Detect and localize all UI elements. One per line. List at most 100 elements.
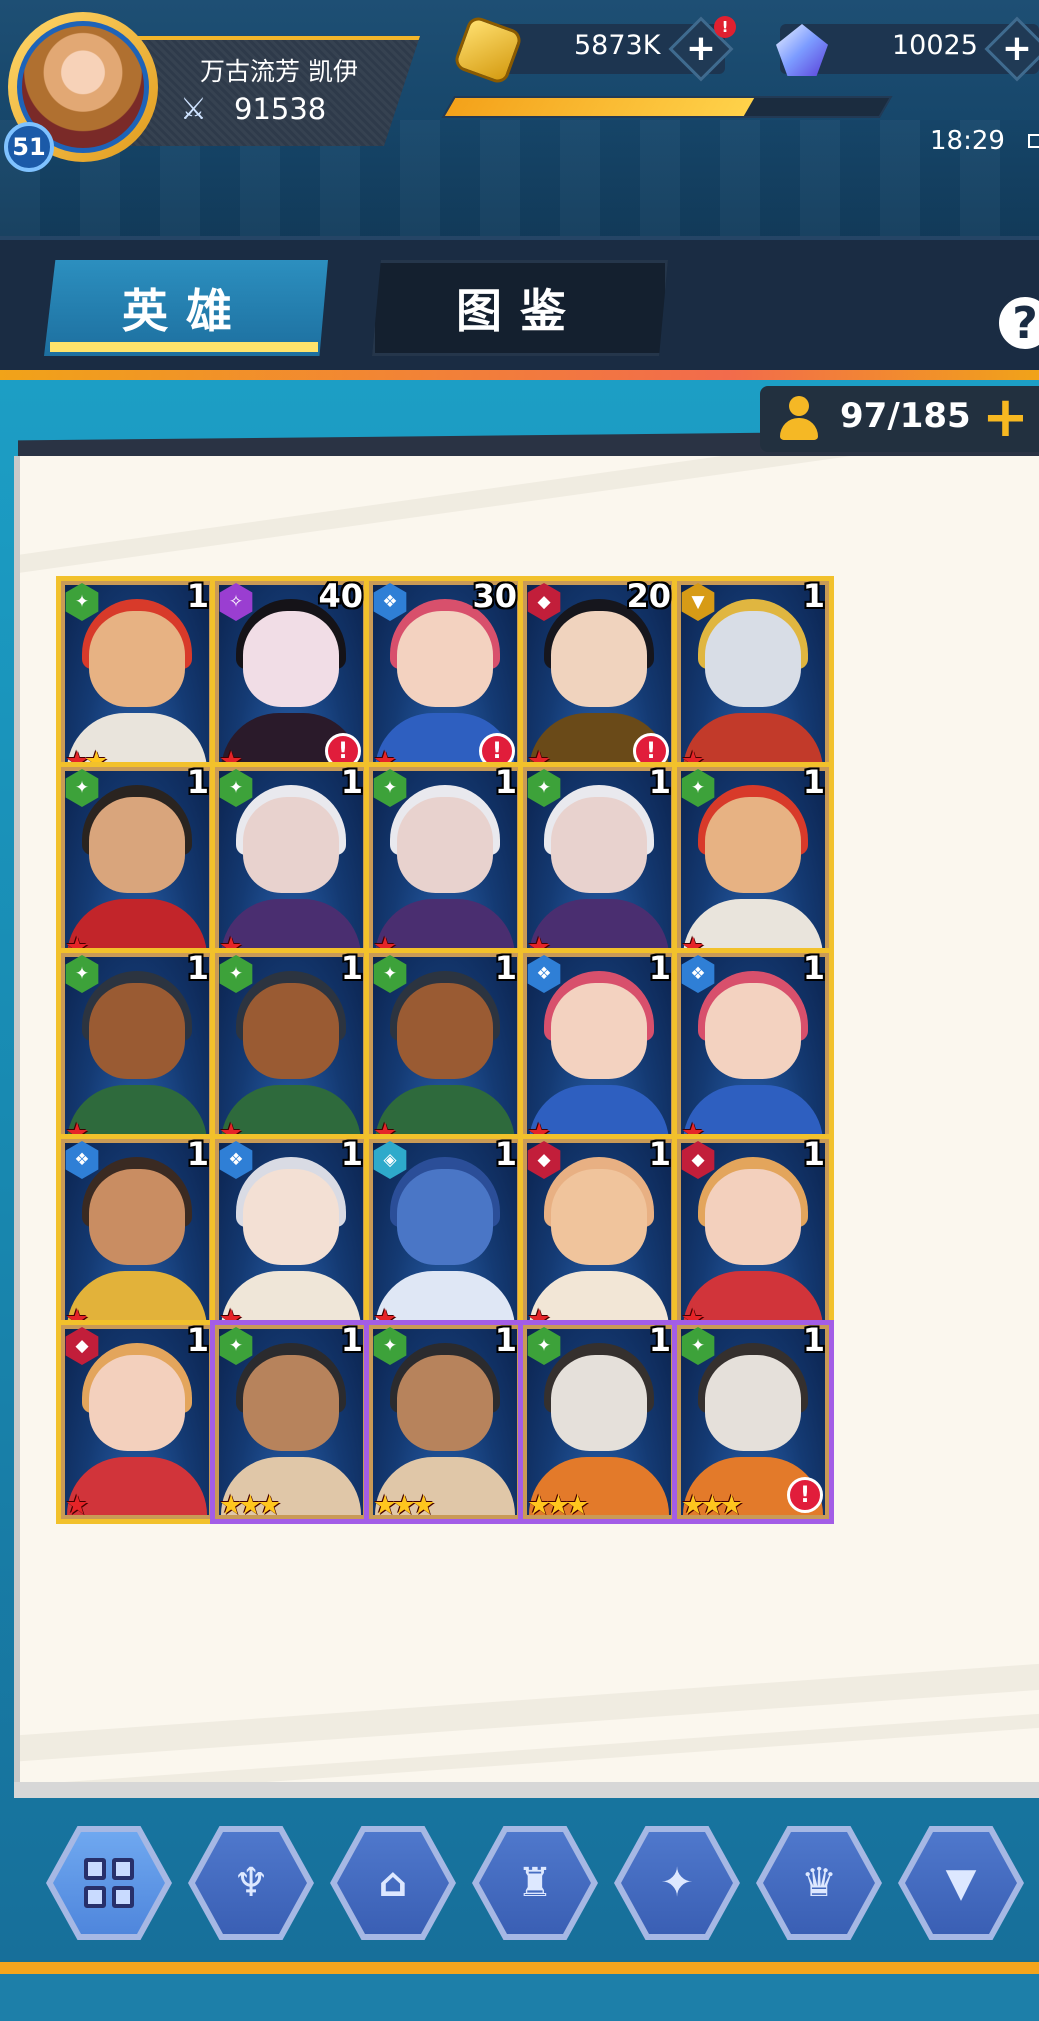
hero-face — [551, 611, 647, 707]
hero-card-spiky-hair-boy[interactable]: ✦ 1 ★★★ — [210, 1320, 372, 1524]
hero-card-blonde-girl[interactable]: ◆1★ — [672, 1134, 834, 1338]
hero-card-blue-beast[interactable]: ◈1★ — [364, 1134, 526, 1338]
hero-face — [243, 1169, 339, 1265]
gold-alert-badge: ! — [714, 16, 736, 38]
hero-card-wolf-warrior[interactable]: ✦ 1 ★★★! — [672, 1320, 834, 1524]
faction-gold-icon: ▼ — [905, 1832, 1017, 1934]
hero-level: 1 — [340, 1135, 363, 1173]
player-name: 万古流芳 凯伊 — [200, 57, 358, 86]
experience-bar — [441, 96, 893, 118]
hero-level: 1 — [802, 763, 825, 801]
hero-body — [67, 1457, 207, 1515]
hero-capacity-count: 97/185 — [840, 396, 971, 436]
hero-card-elf-pirate-girl[interactable]: ❖1★ — [210, 1134, 372, 1338]
hero-level: 1 — [802, 1321, 825, 1359]
hero-level: 1 — [340, 1321, 363, 1359]
hero-face — [551, 983, 647, 1079]
hero-card-black-hair-swordswoman[interactable]: ◆20★! — [518, 576, 680, 780]
plus-icon: + — [1001, 28, 1033, 69]
hero-level: 1 — [802, 1135, 825, 1173]
hero-card-golden-knight[interactable]: ▼1★ — [672, 576, 834, 780]
person-icon — [778, 396, 820, 442]
expand-capacity-button[interactable]: + — [982, 390, 1029, 446]
panel-decor-stripe — [20, 456, 1039, 578]
star-rating-icon: ★★★ — [219, 1490, 282, 1521]
hero-face — [397, 983, 493, 1079]
faction-purple-icon-glyph: ♜ — [517, 1860, 553, 1906]
hero-card-helmet-otter[interactable]: ✦1★ — [364, 948, 526, 1152]
hero-face — [551, 797, 647, 893]
hero-level: 1 — [186, 1321, 209, 1359]
hero-alert-icon: ! — [787, 1477, 823, 1513]
hero-face — [551, 1355, 647, 1451]
hero-face — [89, 1355, 185, 1451]
hero-card-red-hair-warrior[interactable]: ✦1★★ — [56, 576, 218, 780]
hero-level: 1 — [648, 949, 671, 987]
hero-level: 30 — [472, 577, 517, 615]
hero-face — [89, 611, 185, 707]
hero-level: 1 — [186, 1135, 209, 1173]
tab-codex[interactable]: 图鉴 — [372, 260, 668, 356]
combat-power-value: 91538 — [234, 92, 327, 126]
hero-card-pink-hair-girl[interactable]: ❖1★ — [518, 948, 680, 1152]
hero-level: 1 — [494, 763, 517, 801]
hero-level: 1 — [494, 1321, 517, 1359]
hero-face — [705, 1355, 801, 1451]
active-tab-underline — [50, 342, 318, 352]
hero-card-blonde-girl[interactable]: ◆1★ — [56, 1320, 218, 1524]
faction-blue-icon: ♆ — [195, 1832, 307, 1934]
hero-card-white-hair-witch[interactable]: ✦1★ — [210, 762, 372, 966]
hero-face — [243, 983, 339, 1079]
hero-face — [243, 797, 339, 893]
hero-card-spiky-hair-boy[interactable]: ✦ 1 ★★★ — [364, 1320, 526, 1524]
star-rating-icon: ★★★ — [681, 1490, 744, 1521]
hero-card-dark-queen[interactable]: ✧40★! — [210, 576, 372, 780]
star-rating-icon: ★ — [65, 1490, 89, 1521]
hero-card-white-hair-witch[interactable]: ✦1★ — [518, 762, 680, 966]
faction-purple-icon: ♜ — [479, 1832, 591, 1934]
hero-face — [551, 1169, 647, 1265]
hero-card-ninja-boy[interactable]: ✦1★ — [56, 762, 218, 966]
hero-level: 1 — [648, 1135, 671, 1173]
hero-level: 1 — [802, 577, 825, 615]
hero-card-helmet-otter[interactable]: ✦1★ — [210, 948, 372, 1152]
hero-card-white-hair-witch[interactable]: ✦1★ — [364, 762, 526, 966]
crossed-swords-icon: ⚔ — [180, 92, 207, 127]
star-rating-icon: ★★★ — [373, 1490, 436, 1521]
hero-face — [397, 1355, 493, 1451]
hero-face — [89, 797, 185, 893]
gold-amount: 5873K — [574, 30, 661, 61]
hero-level: 1 — [186, 949, 209, 987]
plus-icon: + — [685, 28, 717, 69]
hero-level: 40 — [318, 577, 363, 615]
hero-card-pink-hair-girl[interactable]: ❖30★! — [364, 576, 526, 780]
battery-icon — [1028, 134, 1039, 148]
gem-amount: 10025 — [892, 30, 978, 61]
hero-list-panel[interactable]: ✦1★★✧40★!❖30★!◆20★!▼1★✦1★✦1★✦1★✦1★✦1★✦1★… — [14, 456, 1039, 1792]
panel-decor-stripe — [20, 1654, 1039, 1764]
hero-card-wolf-warrior[interactable]: ✦ 1 ★★★ — [518, 1320, 680, 1524]
hero-card-rabbit-monk[interactable]: ◆1★ — [518, 1134, 680, 1338]
hero-level: 1 — [340, 763, 363, 801]
hero-level: 1 — [186, 763, 209, 801]
hero-card-pirate-captain[interactable]: ❖1★ — [56, 1134, 218, 1338]
hero-level: 1 — [494, 1135, 517, 1173]
hero-face — [705, 1169, 801, 1265]
hero-face — [705, 611, 801, 707]
hero-face — [705, 983, 801, 1079]
bottom-base — [0, 1974, 1039, 2021]
experience-fill — [444, 98, 755, 116]
hero-level: 1 — [802, 949, 825, 987]
hero-face — [397, 797, 493, 893]
hero-card-red-hair-warrior[interactable]: ✦1★ — [672, 762, 834, 966]
faction-red-icon-glyph: ♛ — [801, 1860, 837, 1906]
status-clock: 18:29 — [930, 126, 1005, 156]
hero-face — [397, 1169, 493, 1265]
hero-face — [243, 611, 339, 707]
grid-icon — [84, 1858, 134, 1908]
all-grid-icon — [53, 1832, 165, 1934]
hero-card-pink-hair-girl[interactable]: ❖1★ — [672, 948, 834, 1152]
hero-face — [705, 797, 801, 893]
hero-card-helmet-otter[interactable]: ✦1★ — [56, 948, 218, 1152]
bottom-accent-line — [0, 1962, 1039, 1974]
